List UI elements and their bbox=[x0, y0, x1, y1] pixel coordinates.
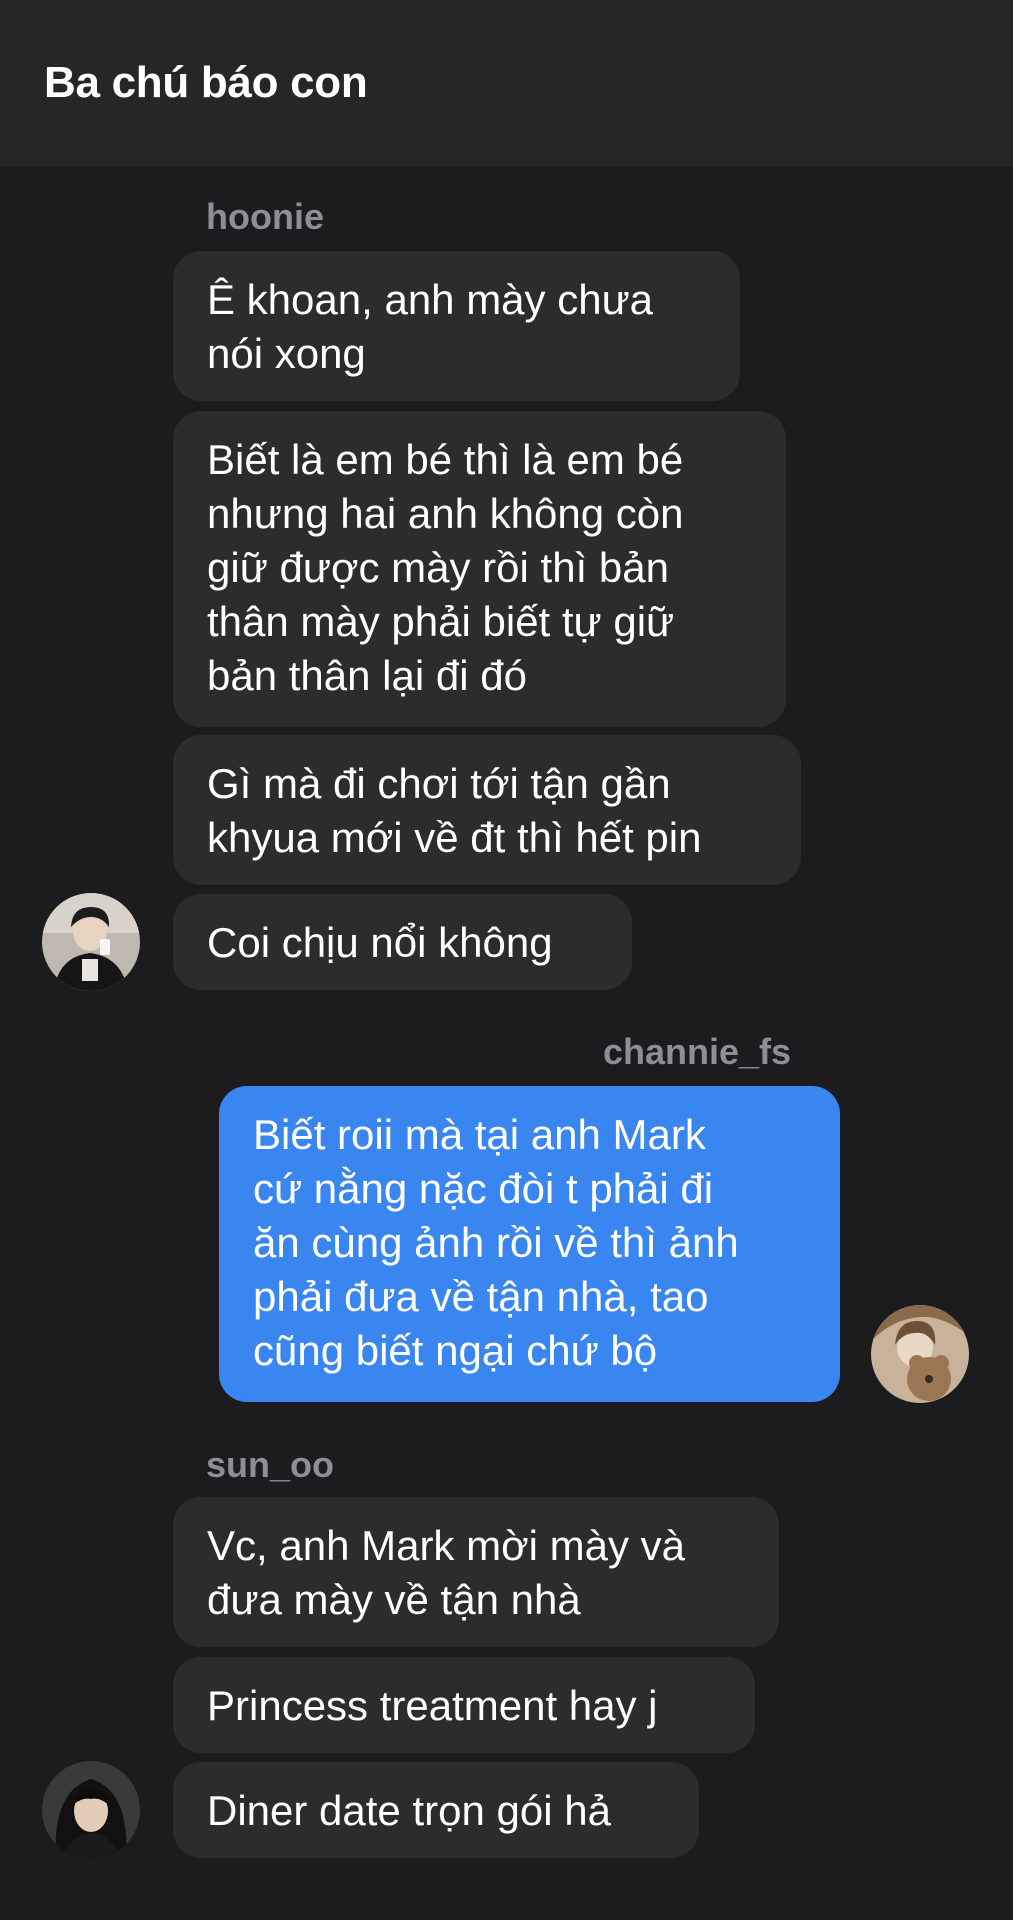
chat-header: Ba chú báo con bbox=[0, 0, 1013, 166]
message-bubble[interactable]: Princess treatment hay j bbox=[173, 1657, 755, 1753]
message-bubble[interactable]: Vc, anh Mark mời mày và đưa mày về tận n… bbox=[173, 1497, 779, 1647]
chat-title: Ba chú báo con bbox=[44, 58, 368, 107]
avatar-hoonie[interactable] bbox=[42, 893, 140, 991]
sender-name-sun-oo: sun_oo bbox=[206, 1444, 335, 1485]
outgoing-message-bubble[interactable]: Biết roii mà tại anh Mark cứ nằng nặc đò… bbox=[219, 1086, 840, 1402]
avatar-sun-oo[interactable] bbox=[42, 1761, 140, 1859]
message-bubble[interactable]: Gì mà đi chơi tới tận gần khyua mới về đ… bbox=[173, 735, 801, 885]
sender-name-channie-fs: channie_fs bbox=[603, 1031, 792, 1072]
message-bubble[interactable]: Biết là em bé thì là em bé nhưng hai anh… bbox=[173, 411, 786, 727]
message-bubble[interactable]: Coi chịu nổi không bbox=[173, 894, 632, 990]
message-bubble[interactable]: Diner date trọn gói hả bbox=[173, 1762, 699, 1858]
avatar-channie-fs[interactable] bbox=[871, 1305, 969, 1403]
message-bubble[interactable]: Ê khoan, anh mày chưa nói xong bbox=[173, 251, 740, 401]
sender-name-hoonie: hoonie bbox=[206, 196, 324, 237]
